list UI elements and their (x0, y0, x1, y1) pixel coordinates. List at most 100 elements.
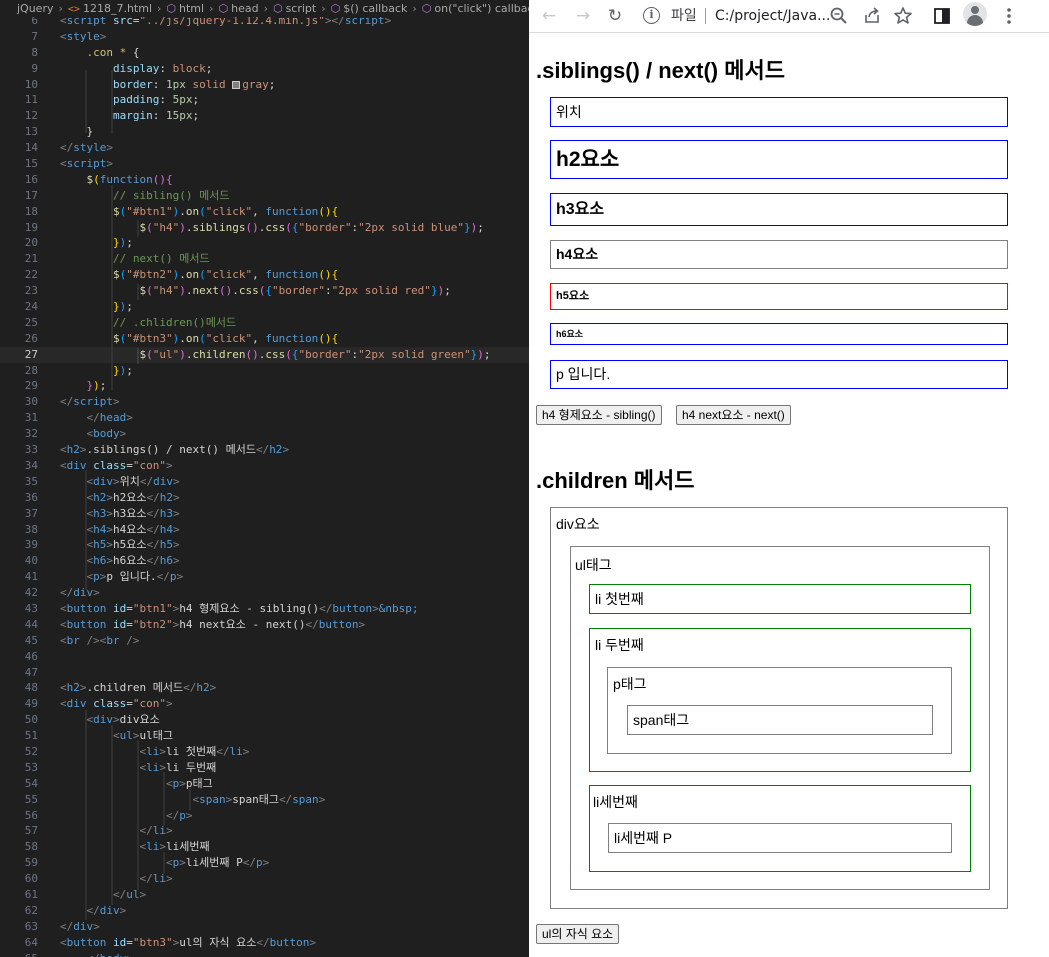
code-line[interactable]: 63 </div> (0, 919, 529, 935)
info-icon[interactable]: i (643, 7, 660, 24)
code-text[interactable]: <div class="con"> (60, 458, 173, 474)
code-text[interactable]: $("#btn1").on("click", function(){ (60, 204, 338, 220)
code-text[interactable]: <li>li세번째 (60, 839, 209, 855)
code-line[interactable]: 25 // .chlidren()메서드 (0, 315, 529, 331)
code-text[interactable]: <button id="btn2">h4 next요소 - next()</bu… (60, 617, 365, 633)
code-text[interactable]: </ul> (60, 887, 146, 903)
code-text[interactable]: <h3>h3요소</h3> (60, 506, 180, 522)
code-line[interactable]: 58 <li>li세번째 (0, 839, 529, 855)
code-line[interactable]: 41 <p>p 입니다.</p> (0, 569, 529, 585)
breadcrumb-item-5[interactable]: $() callback (343, 2, 407, 15)
code-line[interactable]: 21 // next() 메서드 (0, 251, 529, 267)
code-line[interactable]: 61 </ul> (0, 887, 529, 903)
code-line[interactable]: 20 }); (0, 235, 529, 251)
code-line[interactable]: 9 display: block; (0, 61, 529, 77)
code-line[interactable]: 11 padding: 5px; (0, 92, 529, 108)
code-text[interactable]: <br /><br /> (60, 633, 140, 649)
code-line[interactable]: 31 </head> (0, 410, 529, 426)
code-text[interactable]: <button id="btn1">h4 형제요소 - sibling()</b… (60, 601, 418, 617)
code-line[interactable]: 43 <button id="btn1">h4 형제요소 - sibling()<… (0, 601, 529, 617)
code-text[interactable]: </div> (60, 585, 100, 601)
code-text[interactable]: <h2>.children 메서드</h2> (60, 680, 216, 696)
code-line[interactable]: 12 margin: 15px; (0, 108, 529, 124)
code-line[interactable]: 52 <li>li 첫번째</li> (0, 744, 529, 760)
code-line[interactable]: 22 $("#btn2").on("click", function(){ (0, 267, 529, 283)
breadcrumb-item-6[interactable]: on("click") callback (434, 2, 529, 15)
code-line[interactable]: 34 <div class="con"> (0, 458, 529, 474)
code-line[interactable]: 45 <br /><br /> (0, 633, 529, 649)
code-line[interactable]: 55 <span>span태그</span> (0, 792, 529, 808)
code-text[interactable]: $("h4").next().css({"border":"2px solid … (60, 283, 450, 299)
share-icon[interactable] (860, 4, 884, 28)
code-line[interactable]: 49 <div class="con"> (0, 696, 529, 712)
code-text[interactable]: <div class="con"> (60, 696, 173, 712)
code-line[interactable]: 37 <h3>h3요소</h3> (0, 506, 529, 522)
code-line[interactable]: 33 <h2>.siblings() / next() 메서드</h2> (0, 442, 529, 458)
code-line[interactable]: 65 </body> (0, 951, 529, 957)
breadcrumb-item-4[interactable]: script (286, 2, 317, 15)
code-line[interactable]: 57 </li> (0, 823, 529, 839)
bookmark-star-icon[interactable] (891, 4, 915, 28)
code-text[interactable]: </li> (60, 823, 172, 839)
code-text[interactable]: }); (60, 235, 133, 251)
code-line[interactable]: 14 </style> (0, 140, 529, 156)
code-line[interactable]: 18 $("#btn1").on("click", function(){ (0, 204, 529, 220)
sibling-button[interactable]: h4 형제요소 - sibling() (536, 405, 662, 425)
code-line[interactable]: 56 </p> (0, 808, 529, 824)
code-text[interactable]: // sibling() 메서드 (60, 188, 229, 204)
code-text[interactable]: }); (60, 378, 107, 394)
code-text[interactable]: </head> (60, 410, 133, 426)
code-line[interactable]: 42 </div> (0, 585, 529, 601)
code-text[interactable]: <ul>ul태그 (60, 728, 173, 744)
code-text[interactable]: .con * { (60, 45, 140, 61)
back-icon[interactable]: ← (537, 4, 561, 28)
code-line[interactable]: 38 <h4>h4요소</h4> (0, 522, 529, 538)
code-text[interactable]: padding: 5px; (60, 92, 199, 108)
code-line[interactable]: 36 <h2>h2요소</h2> (0, 490, 529, 506)
code-text[interactable]: <li>li 첫번째</li> (60, 744, 249, 760)
code-line[interactable]: 16 $(function(){ (0, 172, 529, 188)
code-text[interactable]: display: block; (60, 61, 212, 77)
code-text[interactable]: </li> (60, 871, 172, 887)
code-text[interactable]: margin: 15px; (60, 108, 199, 124)
code-text[interactable]: }); (60, 299, 133, 315)
code-area[interactable]: 6 <script src="../js/jquery-1.12.4.min.js… (0, 13, 529, 957)
breadcrumb-item-3[interactable]: head (231, 2, 258, 15)
code-line[interactable]: 28 }); (0, 363, 529, 379)
code-text[interactable]: <style> (60, 29, 106, 45)
code-text[interactable]: $(function(){ (60, 172, 173, 188)
code-line[interactable]: 59 <p>li세번째 P</p> (0, 855, 529, 871)
code-text[interactable]: $("#btn2").on("click", function(){ (60, 267, 338, 283)
code-text[interactable]: <script> (60, 156, 113, 172)
code-text[interactable]: <button id="btn3">ul의 자식 요소</button> (60, 935, 316, 951)
side-panel-icon[interactable] (930, 4, 954, 28)
children-button[interactable]: ul의 자식 요소 (536, 924, 620, 944)
code-text[interactable]: $("ul").children().css({"border":"2px so… (60, 347, 490, 363)
code-text[interactable]: </style> (60, 140, 113, 156)
code-text[interactable]: }); (60, 363, 133, 379)
code-text[interactable]: $("h4").siblings().css({"border":"2px so… (60, 220, 483, 236)
menu-icon[interactable] (997, 4, 1021, 28)
code-line[interactable]: 27 $("ul").children().css({"border":"2px… (0, 346, 529, 363)
forward-icon[interactable]: → (571, 4, 595, 28)
code-line[interactable]: 13 } (0, 124, 529, 140)
code-editor[interactable]: 6 <script src="../js/jquery-1.12.4.min.js… (0, 0, 529, 957)
code-line[interactable]: 26 $("#btn3").on("click", function(){ (0, 331, 529, 347)
code-text[interactable]: <h2>h2요소</h2> (60, 490, 180, 506)
code-line[interactable]: 54 <p>p태그 (0, 776, 529, 792)
zoom-icon[interactable] (827, 4, 851, 28)
code-text[interactable]: <div>div요소 (60, 712, 160, 728)
code-text[interactable]: <div>위치</div> (60, 474, 180, 490)
code-text[interactable]: <p>p태그 (60, 776, 213, 792)
code-line[interactable]: 15 <script> (0, 156, 529, 172)
code-line[interactable]: 19 $("h4").siblings().css({"border":"2px… (0, 220, 529, 236)
code-text[interactable]: } (60, 124, 93, 140)
code-line[interactable]: 51 <ul>ul태그 (0, 728, 529, 744)
url-text[interactable]: C:/project/Java... (715, 2, 830, 30)
code-line[interactable]: 48 <h2>.children 메서드</h2> (0, 680, 529, 696)
code-text[interactable]: <h5>h5요소</h5> (60, 537, 180, 553)
breadcrumb-item-0[interactable]: jQuery (17, 2, 54, 15)
code-text[interactable]: // next() 메서드 (60, 251, 210, 267)
code-line[interactable]: 60 </li> (0, 871, 529, 887)
code-text[interactable]: <span>span태그</span> (60, 792, 325, 808)
